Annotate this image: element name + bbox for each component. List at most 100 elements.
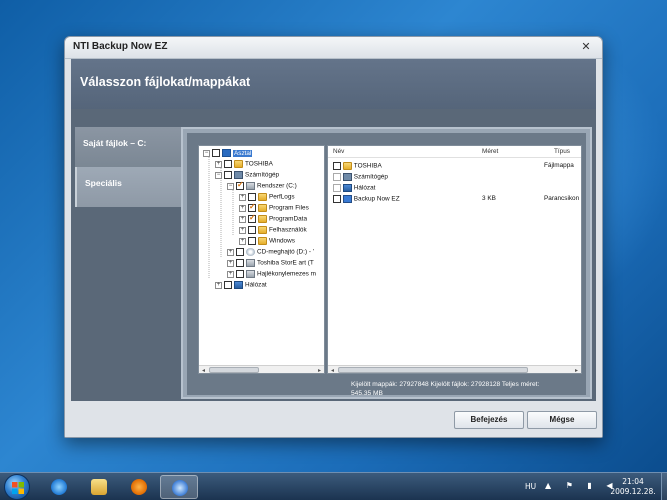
show-desktop-button[interactable] — [661, 473, 667, 500]
tree-item-label: Windows — [269, 237, 295, 245]
tree-item-floppy[interactable]: + Hajlékonylemezes m — [227, 270, 316, 281]
list-item-name: TOSHIBA — [353, 162, 382, 170]
selection-summary: Kijelölt mappák: 27927848 Kijelölt fájlo… — [351, 380, 581, 398]
collapse-icon[interactable]: − — [203, 149, 210, 157]
list-checkbox[interactable] — [333, 173, 341, 181]
tree-item-toshiba-store[interactable]: + Toshiba StorE art (T — [227, 259, 314, 270]
cd-icon — [246, 248, 255, 256]
scroll-left-icon[interactable]: ◂ — [328, 366, 337, 373]
tree-checkbox[interactable] — [248, 237, 256, 245]
taskbar: HU ▲ ⚑ ▮ ◀ 21:04 2009.12.28. — [0, 472, 667, 500]
page-title: Válasszon fájlokat/mappákat — [80, 75, 251, 89]
media-player-icon — [131, 479, 147, 495]
list-horizontal-scrollbar[interactable]: ◂ ▸ — [328, 365, 581, 373]
tree-item-label: Rendszer (C:) — [257, 182, 297, 190]
tree-item-perflogs[interactable]: + PerfLogs — [239, 193, 295, 204]
tree-item-label: Asztal — [233, 149, 253, 157]
tree-item-desktop[interactable]: − Asztal — [203, 149, 253, 160]
close-icon[interactable]: ✕ — [578, 39, 594, 55]
file-list[interactable]: Név Méret Típus TOSHIBA Fájlmappa Számít… — [327, 145, 582, 374]
sidebar-item-my-files[interactable]: Saját fájlok – C: — [75, 127, 183, 167]
taskbar-media-player[interactable] — [120, 475, 158, 499]
tree-item-label: Hálózat — [245, 281, 267, 289]
collapse-icon[interactable]: − — [215, 171, 222, 179]
language-indicator[interactable]: HU — [525, 482, 536, 491]
folder-tree[interactable]: − Asztal + TOSHIBA − Számítógép − Rendszer (… — [198, 145, 325, 374]
start-button[interactable] — [4, 474, 30, 500]
clock[interactable]: 21:04 2009.12.28. — [607, 477, 659, 497]
tree-checkbox[interactable] — [224, 160, 232, 168]
folder-icon — [258, 193, 267, 201]
expand-icon[interactable]: + — [239, 237, 246, 245]
expand-icon[interactable]: + — [227, 248, 234, 256]
expand-icon[interactable]: + — [215, 281, 222, 289]
scroll-right-icon[interactable]: ▸ — [572, 366, 581, 373]
tree-checkbox[interactable] — [224, 171, 232, 179]
title-bar[interactable]: NTI Backup Now EZ ✕ — [65, 37, 602, 59]
collapse-icon[interactable]: − — [227, 182, 234, 190]
folder-icon — [258, 215, 267, 223]
selection-summary-line2: 545.35 MB — [351, 390, 383, 397]
list-item[interactable]: TOSHIBA Fájlmappa — [328, 161, 581, 172]
tree-checkbox[interactable] — [224, 281, 232, 289]
list-checkbox[interactable] — [333, 184, 341, 192]
tree-item-cd-drive[interactable]: + CD-meghajtó (D:) - ' — [227, 248, 314, 259]
network-icon — [342, 184, 352, 192]
column-name-header[interactable]: Név — [333, 148, 344, 155]
windows-logo-icon — [12, 482, 24, 494]
list-checkbox[interactable] — [333, 195, 341, 203]
tree-item-network[interactable]: + Hálózat — [215, 281, 267, 292]
list-item-name: Számítógép — [353, 173, 388, 181]
finish-button[interactable]: Befejezés — [454, 411, 524, 429]
expand-icon[interactable]: + — [227, 270, 234, 278]
tree-item-computer[interactable]: − Számítógép — [215, 171, 279, 182]
drive-icon — [246, 182, 255, 190]
tree-item-windows[interactable]: + Windows — [239, 237, 295, 248]
selection-inner: − Asztal + TOSHIBA − Számítógép − Rendszer (… — [187, 133, 586, 398]
tree-item-programdata[interactable]: + ProgramData — [239, 213, 307, 226]
tree-checkbox[interactable] — [236, 270, 244, 278]
drive-icon — [246, 270, 255, 278]
taskbar-internet-explorer[interactable] — [40, 475, 78, 499]
tree-checkbox[interactable] — [236, 180, 244, 190]
expand-icon[interactable]: + — [239, 193, 246, 201]
taskbar-explorer[interactable] — [80, 475, 118, 499]
tree-checkbox[interactable] — [236, 259, 244, 267]
cancel-button[interactable]: Mégse — [527, 411, 597, 429]
expand-icon[interactable]: + — [239, 226, 246, 234]
column-type-header[interactable]: Típus — [554, 148, 570, 155]
column-size-header[interactable]: Méret — [482, 148, 498, 155]
folder-icon — [258, 237, 267, 245]
tree-item-system-c[interactable]: − Rendszer (C:) — [227, 180, 297, 193]
shortcut-icon — [342, 195, 352, 203]
tree-checkbox[interactable] — [248, 193, 256, 201]
clock-time: 21:04 — [622, 477, 644, 486]
tree-item-users[interactable]: + Felhasználók — [239, 226, 307, 237]
button-bar: Befejezés Mégse — [65, 401, 602, 437]
scroll-thumb[interactable] — [209, 367, 259, 373]
list-item[interactable]: Hálózat — [328, 183, 581, 194]
expand-icon[interactable]: + — [215, 160, 222, 168]
taskbar-backup-now[interactable] — [160, 475, 198, 499]
scroll-right-icon[interactable]: ▸ — [315, 366, 324, 373]
list-item[interactable]: Backup Now EZ 3 KB Parancsikon — [328, 194, 581, 205]
expand-icon[interactable]: + — [239, 215, 246, 223]
tree-checkbox[interactable] — [248, 213, 256, 223]
sidebar-item-special[interactable]: Speciális — [75, 167, 183, 207]
tree-checkbox[interactable] — [248, 202, 256, 212]
tree-checkbox[interactable] — [248, 226, 256, 234]
tree-checkbox[interactable] — [236, 248, 244, 256]
tree-horizontal-scrollbar[interactable]: ◂ ▸ — [199, 365, 324, 373]
backup-now-icon — [172, 480, 188, 496]
list-checkbox[interactable] — [333, 162, 341, 170]
folder-icon — [342, 162, 352, 170]
tree-item-toshiba[interactable]: + TOSHIBA — [215, 160, 273, 171]
scroll-thumb[interactable] — [338, 367, 528, 373]
tree-checkbox[interactable] — [212, 149, 220, 157]
expand-icon[interactable]: + — [239, 204, 246, 212]
app-window: NTI Backup Now EZ ✕ Válasszon fájlokat/m… — [64, 36, 603, 438]
expand-icon[interactable]: + — [227, 259, 234, 267]
list-item[interactable]: Számítógép — [328, 172, 581, 183]
scroll-left-icon[interactable]: ◂ — [199, 366, 208, 373]
list-header: Név Méret Típus — [328, 146, 581, 158]
